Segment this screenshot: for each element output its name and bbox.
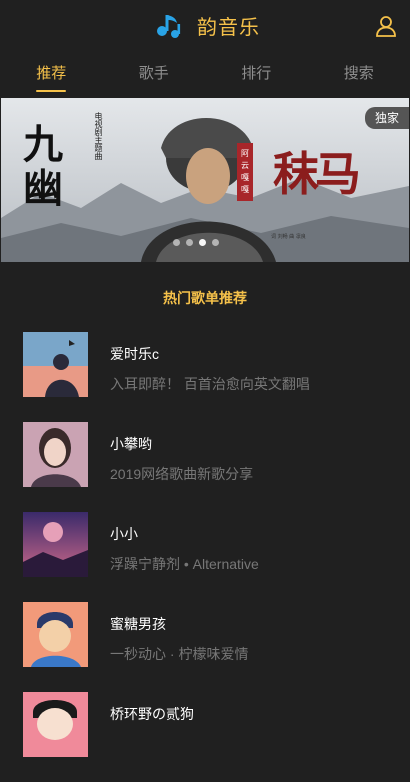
tab-rankings[interactable]: 排行 — [205, 58, 308, 94]
carousel-dot[interactable] — [212, 239, 219, 246]
list-item[interactable]: 爱时乐c 入耳即醉！ 百首治愈向英文翻唱 — [0, 332, 410, 422]
svg-text:阿: 阿 — [241, 149, 249, 158]
svg-text:嘎: 嘎 — [241, 185, 249, 194]
tab-singers[interactable]: 歌手 — [103, 58, 206, 94]
playlist-cover — [23, 422, 88, 487]
playlist-cover — [23, 512, 88, 577]
list-item[interactable]: 小小 浮躁宁静剂 • Alternative — [0, 512, 410, 602]
playlist-desc: 浮躁宁静剂 • Alternative — [110, 554, 259, 574]
svg-text:云: 云 — [241, 161, 249, 170]
playlist-list: 爱时乐c 入耳即醉！ 百首治愈向英文翻唱 小攀哟 2019网络歌曲新歌分享 — [0, 332, 410, 782]
list-item[interactable]: 桥环野の贰狗 — [0, 692, 410, 782]
playlist-title: 桥环野の贰狗 — [110, 704, 194, 724]
banner-right-title: 秣马 — [273, 138, 357, 204]
playlist-title: 小小 — [110, 524, 138, 544]
playlist-desc: 2019网络歌曲新歌分享 — [110, 464, 253, 484]
exclusive-badge: 独家 — [365, 107, 409, 129]
playlist-title: 爱时乐c — [110, 344, 159, 364]
playlist-cover — [23, 692, 88, 757]
tab-search[interactable]: 搜索 — [308, 58, 410, 94]
music-note-icon — [155, 10, 185, 40]
carousel-indicators — [173, 239, 219, 246]
banner-left-subtitle: 电视剧主题曲 — [93, 112, 104, 202]
carousel-dot[interactable] — [186, 239, 193, 246]
tab-recommend[interactable]: 推荐 — [0, 58, 103, 94]
svg-text:嘎: 嘎 — [241, 173, 249, 182]
playlist-cover — [23, 602, 88, 667]
app-name: 韵音乐 — [197, 11, 260, 40]
list-item[interactable]: 蜜糖男孩 一秒动心 · 柠檬味爱情 — [0, 602, 410, 692]
playlist-desc: 入耳即醉！ 百首治愈向英文翻唱 — [110, 374, 310, 394]
section-title: 热门歌单推荐 — [0, 288, 410, 308]
svg-text:词 刘畅 曲 凛良: 词 刘畅 曲 凛良 — [271, 233, 306, 240]
brand[interactable]: 韵音乐 — [155, 10, 260, 40]
app-root: 韵音乐 推荐 歌手 排行 搜索 — [0, 0, 410, 728]
playlist-cover — [23, 332, 88, 397]
carousel-dot-active[interactable] — [199, 239, 206, 246]
banner-carousel[interactable]: 阿 云 嘎 嘎 词 刘畅 曲 凛良 九幽 电视剧主题曲 秣马 独家 — [1, 98, 409, 262]
carousel-dot[interactable] — [173, 239, 180, 246]
user-icon[interactable] — [374, 14, 398, 38]
list-item[interactable]: 小攀哟 2019网络歌曲新歌分享 — [0, 422, 410, 512]
top-header: 韵音乐 — [0, 0, 410, 52]
playlist-desc: 一秒动心 · 柠檬味爱情 — [110, 644, 248, 664]
banner-left-title: 九幽 — [23, 123, 93, 211]
nav-tabs: 推荐 歌手 排行 搜索 — [0, 58, 410, 94]
playlist-title: 小攀哟 — [110, 434, 152, 454]
playlist-title: 蜜糖男孩 — [110, 614, 166, 634]
